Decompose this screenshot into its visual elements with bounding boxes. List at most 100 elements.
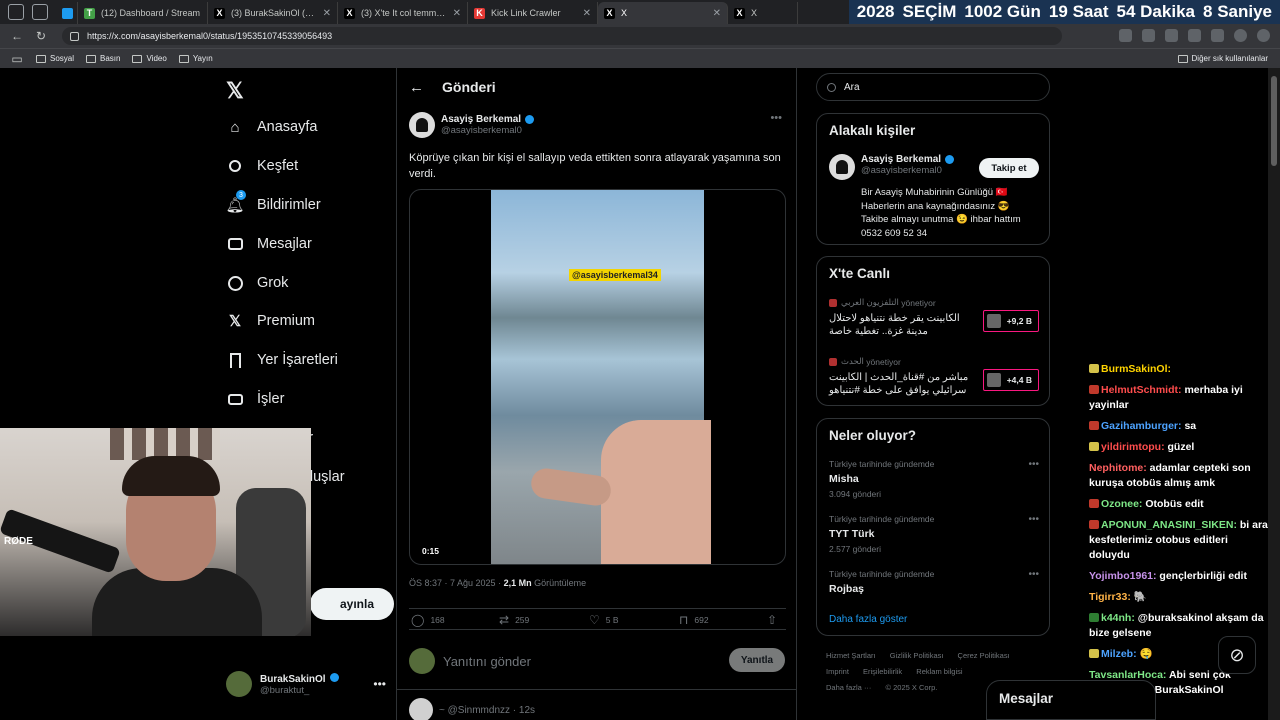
- post-media[interactable]: @asayisberkemal34 0:15: [409, 189, 786, 565]
- bookmark-folder-sosyal[interactable]: Sosyal: [36, 54, 74, 63]
- reply-button[interactable]: Yanıtla: [729, 648, 785, 672]
- chat-username[interactable]: HelmutSchmidt:: [1101, 384, 1182, 396]
- footer-link[interactable]: Çerez Politikası: [958, 651, 1010, 660]
- chat-username[interactable]: Gazihamburger:: [1101, 420, 1182, 432]
- nav-bookmarks[interactable]: Yer İşaretleri: [226, 351, 338, 369]
- extension-icon[interactable]: [1142, 29, 1155, 42]
- nav-premium[interactable]: 𝕏 Premium: [226, 312, 315, 330]
- reply-input[interactable]: Yanıtını gönder: [443, 654, 531, 669]
- page-title: Gönderi: [442, 79, 496, 95]
- share-action[interactable]: ⇧: [767, 613, 783, 627]
- footer-more-link[interactable]: Daha fazla ···: [826, 683, 871, 692]
- back-arrow-icon[interactable]: ←: [409, 79, 424, 96]
- more-options-icon[interactable]: •••: [1028, 459, 1039, 470]
- tab-x-2[interactable]: X X: [728, 2, 798, 24]
- nav-jobs[interactable]: İşler: [226, 390, 284, 408]
- extension-icon[interactable]: [1165, 29, 1178, 42]
- chat-username[interactable]: Nephitome:: [1089, 462, 1147, 474]
- bookmark-folder-yayin[interactable]: Yayın: [178, 54, 213, 63]
- chat-username[interactable]: Ozonee:: [1101, 498, 1142, 510]
- account-switcher[interactable]: BurakSakinOl @buraktut_ •••: [226, 671, 386, 697]
- workspaces-icon[interactable]: [8, 4, 24, 20]
- reply-action[interactable]: ◯ 168: [411, 613, 445, 627]
- nav-grok[interactable]: Grok: [226, 274, 288, 292]
- like-action[interactable]: ♡ 5 B: [589, 613, 619, 627]
- chat-username[interactable]: Yojimbo1961:: [1089, 570, 1157, 582]
- bookmark-folder-basin[interactable]: Basın: [86, 54, 120, 63]
- url-field[interactable]: https://x.com/asayisberkemal0/status/195…: [62, 27, 1062, 45]
- back-icon[interactable]: ←: [10, 29, 24, 43]
- messages-dock[interactable]: Mesajlar: [986, 680, 1156, 720]
- chat-message: BurmSakinOl:: [1089, 362, 1269, 377]
- footer-link[interactable]: Erişilebilirlik: [863, 667, 902, 676]
- close-tab-icon[interactable]: ✕: [713, 8, 721, 19]
- tab-dashboard[interactable]: T (12) Dashboard / Stream: [78, 2, 208, 24]
- extension-icon[interactable]: [1188, 29, 1201, 42]
- footer-link[interactable]: Reklam bilgisi: [916, 667, 962, 676]
- nav-explore[interactable]: Keşfet: [226, 157, 298, 175]
- mail-icon: [226, 235, 244, 253]
- chat-username[interactable]: yildirimtopu:: [1101, 441, 1165, 453]
- chat-username[interactable]: Tigirr33:: [1089, 591, 1131, 603]
- chat-text: 🐘: [1133, 591, 1147, 603]
- screen: T (12) Dashboard / Stream X (3) BurakSak…: [0, 0, 1280, 720]
- other-bookmarks[interactable]: Diğer sık kullanılanlar: [1177, 54, 1268, 63]
- trend-item[interactable]: Türkiye tarihinde gündemde Rojbaş •••: [829, 569, 1039, 595]
- footer-link[interactable]: Imprint: [826, 667, 849, 676]
- extension-icon[interactable]: [1119, 29, 1132, 42]
- show-more-link[interactable]: Daha fazla göster: [829, 614, 907, 625]
- search-input[interactable]: Ara: [816, 73, 1050, 101]
- extension-icon[interactable]: [1211, 29, 1224, 42]
- more-options-icon[interactable]: •••: [770, 112, 782, 124]
- x-favicon-icon: X: [214, 7, 225, 19]
- related-person[interactable]: Asayiş Berkemal @asayisberkemal0: [829, 154, 955, 180]
- footer-link[interactable]: Gizlilik Politikası: [890, 651, 944, 660]
- tab-kick-link-crawler[interactable]: K Kick Link Crawler ✕: [468, 2, 598, 24]
- live-item[interactable]: الحدث yönetiyor مباشر من #قناة_الحدث | ا…: [829, 356, 1039, 397]
- chat-username[interactable]: BurmSakinOl:: [1101, 363, 1171, 375]
- chat-badge-icon: [1089, 613, 1099, 622]
- live-item[interactable]: التلفزيون العربي yönetiyor الكابينت يقر …: [829, 297, 1039, 338]
- more-options-icon[interactable]: •••: [1028, 569, 1039, 580]
- tab-actions-icon[interactable]: [32, 4, 48, 20]
- footer-link[interactable]: Hizmet Şartları: [826, 651, 876, 660]
- tab-title: X: [751, 8, 758, 18]
- copilot-icon[interactable]: [1257, 29, 1270, 42]
- bookmark-folder-video[interactable]: Video: [132, 54, 167, 63]
- more-options-icon[interactable]: •••: [373, 677, 386, 691]
- bookmark-action[interactable]: ⊓ 692: [679, 613, 709, 627]
- trend-item[interactable]: Türkiye tarihinde gündemde Misha 3.094 g…: [829, 459, 1039, 499]
- chat-username[interactable]: APONUN_ANASINI_SIKEN:: [1101, 519, 1237, 531]
- page-scrollbar[interactable]: [1268, 68, 1280, 720]
- chat-username[interactable]: Milzeb:: [1101, 648, 1137, 660]
- grok-floating-button[interactable]: ⊘: [1218, 636, 1256, 674]
- pinned-tab[interactable]: [56, 2, 78, 24]
- post-button[interactable]: ayınla: [310, 588, 394, 620]
- nav-messages[interactable]: Mesajlar: [226, 235, 312, 253]
- chat-username[interactable]: k44nh:: [1101, 612, 1135, 624]
- nav-home[interactable]: ⌂ Anasayfa: [226, 118, 317, 136]
- repost-action[interactable]: ⇄ 259: [499, 613, 529, 627]
- tab-buraksakinol[interactable]: X (3) BurakSakinOl (@burak ✕: [208, 2, 338, 24]
- reading-list-icon[interactable]: ▭: [10, 52, 24, 66]
- next-reply[interactable]: ~ @Sinmmdnzz · 12s: [409, 698, 535, 720]
- tab-x-active[interactable]: X X ✕: [598, 2, 728, 24]
- more-options-icon[interactable]: •••: [1028, 514, 1039, 525]
- reload-icon[interactable]: ↻: [34, 29, 48, 43]
- url-text: https://x.com/asayisberkemal0/status/195…: [87, 31, 333, 41]
- video-player[interactable]: @asayisberkemal34: [491, 190, 711, 564]
- site-info-icon[interactable]: [70, 31, 79, 41]
- microphone-brand: RØDE: [4, 536, 33, 547]
- profile-avatar-icon[interactable]: [1234, 29, 1247, 42]
- x-logo-icon[interactable]: 𝕏: [226, 78, 244, 104]
- close-tab-icon[interactable]: ✕: [583, 8, 591, 19]
- scrollbar-thumb[interactable]: [1271, 76, 1277, 166]
- follow-button[interactable]: Takip et: [979, 158, 1039, 178]
- close-tab-icon[interactable]: ✕: [453, 8, 461, 19]
- tab-x-search[interactable]: X (3) X'te It col temmuz: "E ✕: [338, 2, 468, 24]
- post-author[interactable]: Asayiş Berkemal @asayisberkemal0: [409, 112, 535, 138]
- trend-item[interactable]: Türkiye tarihinde gündemde TYT Türk 2.57…: [829, 514, 1039, 554]
- nav-notifications[interactable]: 🔔︎ 3 Bildirimler: [225, 190, 321, 214]
- close-tab-icon[interactable]: ✕: [323, 8, 331, 19]
- heart-icon: ♡: [589, 613, 600, 627]
